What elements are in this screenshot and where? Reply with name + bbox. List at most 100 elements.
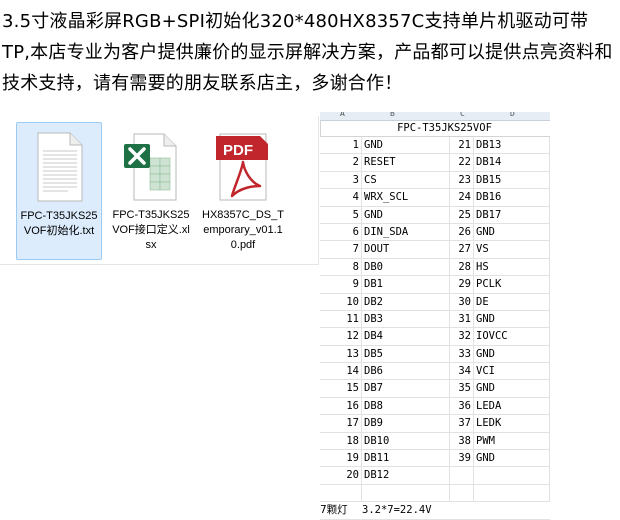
table-row[interactable]: 6 DIN_SDA 26 GND [320, 223, 550, 242]
col-header-a[interactable]: A [340, 112, 345, 118]
signal-name-cell[interactable]: GND [362, 137, 450, 154]
col-header-b[interactable]: B [390, 112, 395, 118]
table-row[interactable]: 2 RESET 22 DB14 [320, 154, 550, 172]
table-row[interactable]: 3 CS 23 DB15 [320, 171, 550, 190]
pin-number-cell[interactable]: 9 [320, 276, 362, 293]
pin-number-cell[interactable]: 22 [450, 154, 474, 171]
table-row[interactable]: 17 DB9 37 LEDK [320, 415, 550, 433]
signal-name-cell[interactable]: GND [474, 450, 550, 467]
file-item-pdf[interactable]: PDF HX8357C_DS_Temporary_v01.10.pdf [200, 122, 286, 260]
signal-name-cell[interactable]: GND [474, 310, 550, 328]
signal-name-cell[interactable]: DB14 [474, 154, 550, 171]
signal-name-cell[interactable]: RESET [362, 154, 450, 171]
signal-name-cell[interactable]: VCI [474, 363, 550, 380]
pin-number-cell[interactable]: 4 [320, 189, 362, 206]
signal-name-cell[interactable]: DB13 [474, 137, 550, 154]
table-row[interactable]: 10 DB2 30 DE [320, 293, 550, 311]
signal-name-cell[interactable]: GND [362, 206, 450, 223]
pin-number-cell[interactable]: 31 [450, 310, 474, 328]
pin-number-cell[interactable]: 39 [450, 450, 474, 467]
table-row[interactable]: 4 WRX_SCL 24 DB16 [320, 189, 550, 207]
pin-number-cell[interactable]: 27 [450, 241, 474, 258]
pin-number-cell[interactable]: 8 [320, 258, 362, 276]
signal-name-cell[interactable]: DB17 [474, 206, 550, 223]
blank-row[interactable] [320, 484, 550, 503]
table-row[interactable]: 16 DB8 36 LEDA [320, 397, 550, 416]
signal-name-cell[interactable]: PCLK [474, 276, 550, 293]
pin-number-cell[interactable]: 7 [320, 241, 362, 258]
signal-name-cell[interactable]: VS [474, 241, 550, 258]
signal-name-cell[interactable]: LEDK [474, 415, 550, 432]
signal-name-cell[interactable]: DB16 [474, 189, 550, 206]
pin-number-cell[interactable]: 35 [450, 380, 474, 397]
led-note-row[interactable]: 7颗灯 3.2*7=22.4V [320, 502, 550, 520]
signal-name-cell[interactable]: DB6 [362, 363, 450, 380]
pin-number-cell[interactable]: 33 [450, 345, 474, 363]
pin-number-cell[interactable]: 30 [450, 293, 474, 310]
table-row[interactable]: 5 GND 25 DB17 [320, 206, 550, 224]
file-item-txt[interactable]: FPC-T35JKS25VOF初始化.txt [16, 122, 102, 260]
signal-name-cell[interactable]: GND [474, 380, 550, 397]
pin-number-cell[interactable]: 3 [320, 171, 362, 189]
pin-number-cell[interactable]: 2 [320, 154, 362, 171]
signal-name-cell[interactable]: DB15 [474, 171, 550, 189]
col-header-d[interactable]: D [510, 112, 515, 118]
signal-name-cell[interactable]: GND [474, 223, 550, 241]
pin-number-cell[interactable]: 17 [320, 415, 362, 432]
table-row[interactable]: 18 DB10 38 PWM [320, 432, 550, 451]
pin-number-cell[interactable]: 13 [320, 345, 362, 363]
pin-number-cell[interactable]: 6 [320, 223, 362, 241]
table-row[interactable]: 9 DB1 29 PCLK [320, 276, 550, 294]
signal-name-cell[interactable]: GND [474, 345, 550, 363]
pin-number-cell[interactable]: 12 [320, 328, 362, 345]
signal-name-cell[interactable]: DB9 [362, 415, 450, 432]
signal-name-cell[interactable]: DB8 [362, 397, 450, 415]
table-row[interactable]: 15 DB7 35 GND [320, 380, 550, 398]
signal-name-cell[interactable] [474, 467, 550, 484]
file-item-xlsx[interactable]: FPC-T35JKS25VOF接口定义.xlsx [108, 122, 194, 260]
signal-name-cell[interactable]: DB7 [362, 380, 450, 397]
pin-number-cell[interactable]: 21 [450, 137, 474, 154]
signal-name-cell[interactable]: DE [474, 293, 550, 310]
pin-number-cell[interactable]: 19 [320, 450, 362, 467]
pin-number-cell[interactable]: 15 [320, 380, 362, 397]
pin-number-cell[interactable]: 38 [450, 432, 474, 450]
signal-name-cell[interactable]: DB0 [362, 258, 450, 276]
pin-number-cell[interactable]: 36 [450, 397, 474, 415]
table-row[interactable]: 14 DB6 34 VCI [320, 363, 550, 381]
signal-name-cell[interactable]: CS [362, 171, 450, 189]
signal-name-cell[interactable]: WRX_SCL [362, 189, 450, 206]
signal-name-cell[interactable]: HS [474, 258, 550, 276]
pin-number-cell[interactable]: 10 [320, 293, 362, 310]
pin-number-cell[interactable]: 24 [450, 189, 474, 206]
pin-number-cell[interactable]: 20 [320, 467, 362, 484]
signal-name-cell[interactable]: DB2 [362, 293, 450, 310]
table-row[interactable]: 19 DB11 39 GND [320, 450, 550, 468]
pin-number-cell[interactable]: 26 [450, 223, 474, 241]
table-row[interactable]: 13 DB5 33 GND [320, 345, 550, 364]
table-row[interactable]: 7 DOUT 27 VS [320, 241, 550, 259]
col-header-c[interactable]: C [460, 112, 465, 118]
signal-name-cell[interactable]: DB5 [362, 345, 450, 363]
signal-name-cell[interactable]: DOUT [362, 241, 450, 258]
table-row[interactable]: 11 DB3 31 GND [320, 310, 550, 329]
signal-name-cell[interactable]: PWM [474, 432, 550, 450]
pin-number-cell[interactable] [450, 467, 474, 484]
sheet-title[interactable]: FPC-T35JKS25VOF [320, 121, 550, 137]
pin-number-cell[interactable]: 16 [320, 397, 362, 415]
signal-name-cell[interactable]: IOVCC [474, 328, 550, 345]
signal-name-cell[interactable]: LEDA [474, 397, 550, 415]
pin-number-cell[interactable]: 34 [450, 363, 474, 380]
signal-name-cell[interactable]: DB10 [362, 432, 450, 450]
signal-name-cell[interactable]: DB1 [362, 276, 450, 293]
pin-number-cell[interactable]: 1 [320, 137, 362, 154]
pin-number-cell[interactable]: 28 [450, 258, 474, 276]
pin-number-cell[interactable]: 5 [320, 206, 362, 223]
table-row[interactable]: 8 DB0 28 HS [320, 258, 550, 277]
pin-number-cell[interactable]: 37 [450, 415, 474, 432]
table-row[interactable]: 20 DB12 [320, 467, 550, 485]
pin-number-cell[interactable]: 23 [450, 171, 474, 189]
pin-number-cell[interactable]: 29 [450, 276, 474, 293]
signal-name-cell[interactable]: DB4 [362, 328, 450, 345]
table-row[interactable]: 12 DB4 32 IOVCC [320, 328, 550, 346]
